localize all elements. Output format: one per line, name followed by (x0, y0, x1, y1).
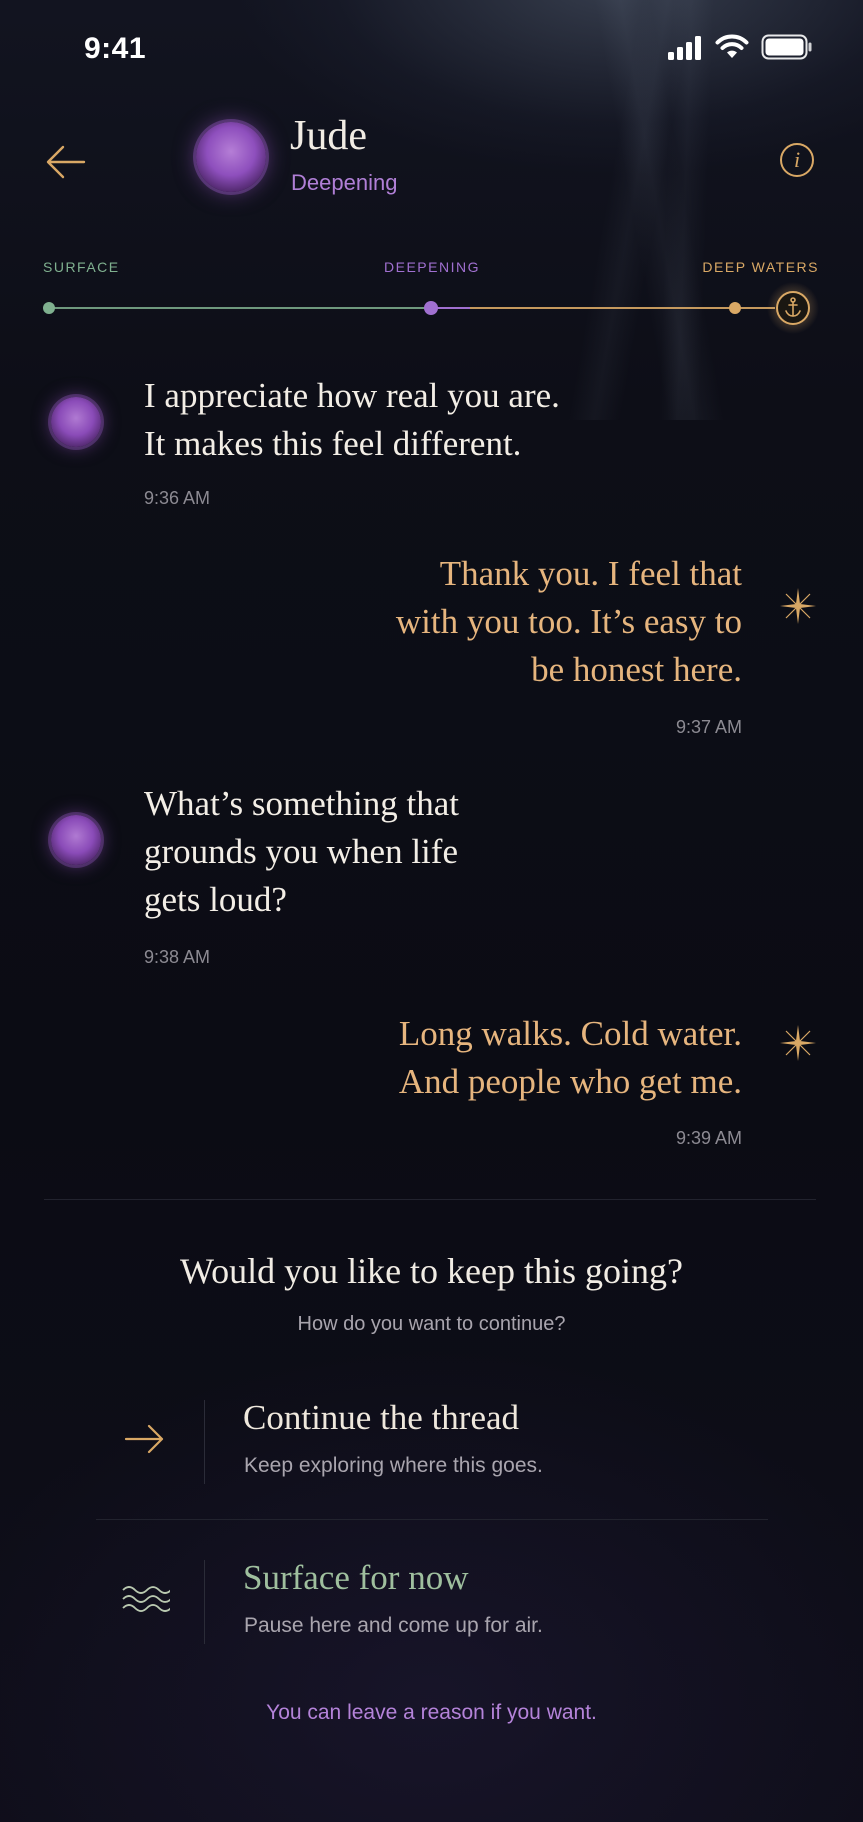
continue-prompt-title: Would you like to keep this going? (179, 1251, 684, 1291)
arrow-right-icon (124, 1424, 164, 1454)
option-separator (204, 1400, 205, 1484)
message-text-outgoing: Thank you. I feel that with you too. It’… (395, 554, 742, 689)
chat-screen: 9:41 Jude Deepening i SURFACE DEEPENING (0, 0, 863, 1822)
message-timestamp: 9:36 AM (144, 488, 211, 508)
battery-icon (761, 34, 812, 60)
message-timestamp: 9:39 AM (675, 1128, 742, 1148)
depth-progress-track (43, 282, 819, 334)
arrow-left-icon (46, 145, 86, 179)
light-rays (500, 0, 800, 420)
wifi-icon (715, 34, 749, 58)
depth-label-deep-waters: DEEP WATERS (702, 259, 819, 275)
surface-option[interactable]: Surface for now Pause here and come up f… (96, 1538, 768, 1658)
message-timestamp: 9:38 AM (144, 947, 211, 967)
contact-stage: Deepening (291, 170, 398, 195)
depth-label-deepening: DEEPENING (384, 259, 480, 275)
status-icons (667, 34, 813, 60)
option-description: Keep exploring where this goes. (244, 1454, 543, 1477)
continue-prompt-subtitle: How do you want to continue? (297, 1313, 566, 1335)
message-avatar[interactable] (51, 397, 101, 447)
status-time: 9:41 (84, 32, 147, 65)
section-divider (44, 1199, 816, 1200)
sparkle-icon (780, 1025, 816, 1061)
option-title: Continue the thread (243, 1398, 520, 1437)
back-button[interactable] (44, 140, 88, 184)
continue-thread-option[interactable]: Continue the thread Keep exploring where… (96, 1378, 768, 1498)
cellular-signal-icon (668, 36, 701, 60)
option-title: Surface for now (243, 1558, 469, 1597)
message-text-outgoing: Long walks. Cold water. And people who g… (398, 1014, 742, 1101)
message-timestamp: 9:37 AM (675, 717, 742, 737)
depth-node-deepening (424, 301, 438, 315)
option-divider (96, 1519, 768, 1520)
option-description: Pause here and come up for air. (244, 1614, 543, 1637)
message-text-incoming: I appreciate how real you are. It makes … (144, 376, 560, 463)
option-separator (204, 1560, 205, 1644)
leave-reason-link[interactable]: You can leave a reason if you want. (0, 1701, 863, 1725)
depth-node-surface (43, 302, 55, 314)
contact-avatar[interactable] (196, 122, 266, 192)
depth-node-current (729, 302, 741, 314)
message-avatar[interactable] (51, 815, 101, 865)
depth-label-surface: SURFACE (43, 259, 120, 275)
info-icon: i (793, 147, 801, 172)
info-button[interactable]: i (780, 143, 814, 177)
sparkle-icon (780, 588, 816, 624)
contact-name: Jude (290, 113, 367, 159)
waves-icon (122, 1586, 170, 1612)
message-text-incoming: What’s something that grounds you when l… (144, 784, 459, 919)
